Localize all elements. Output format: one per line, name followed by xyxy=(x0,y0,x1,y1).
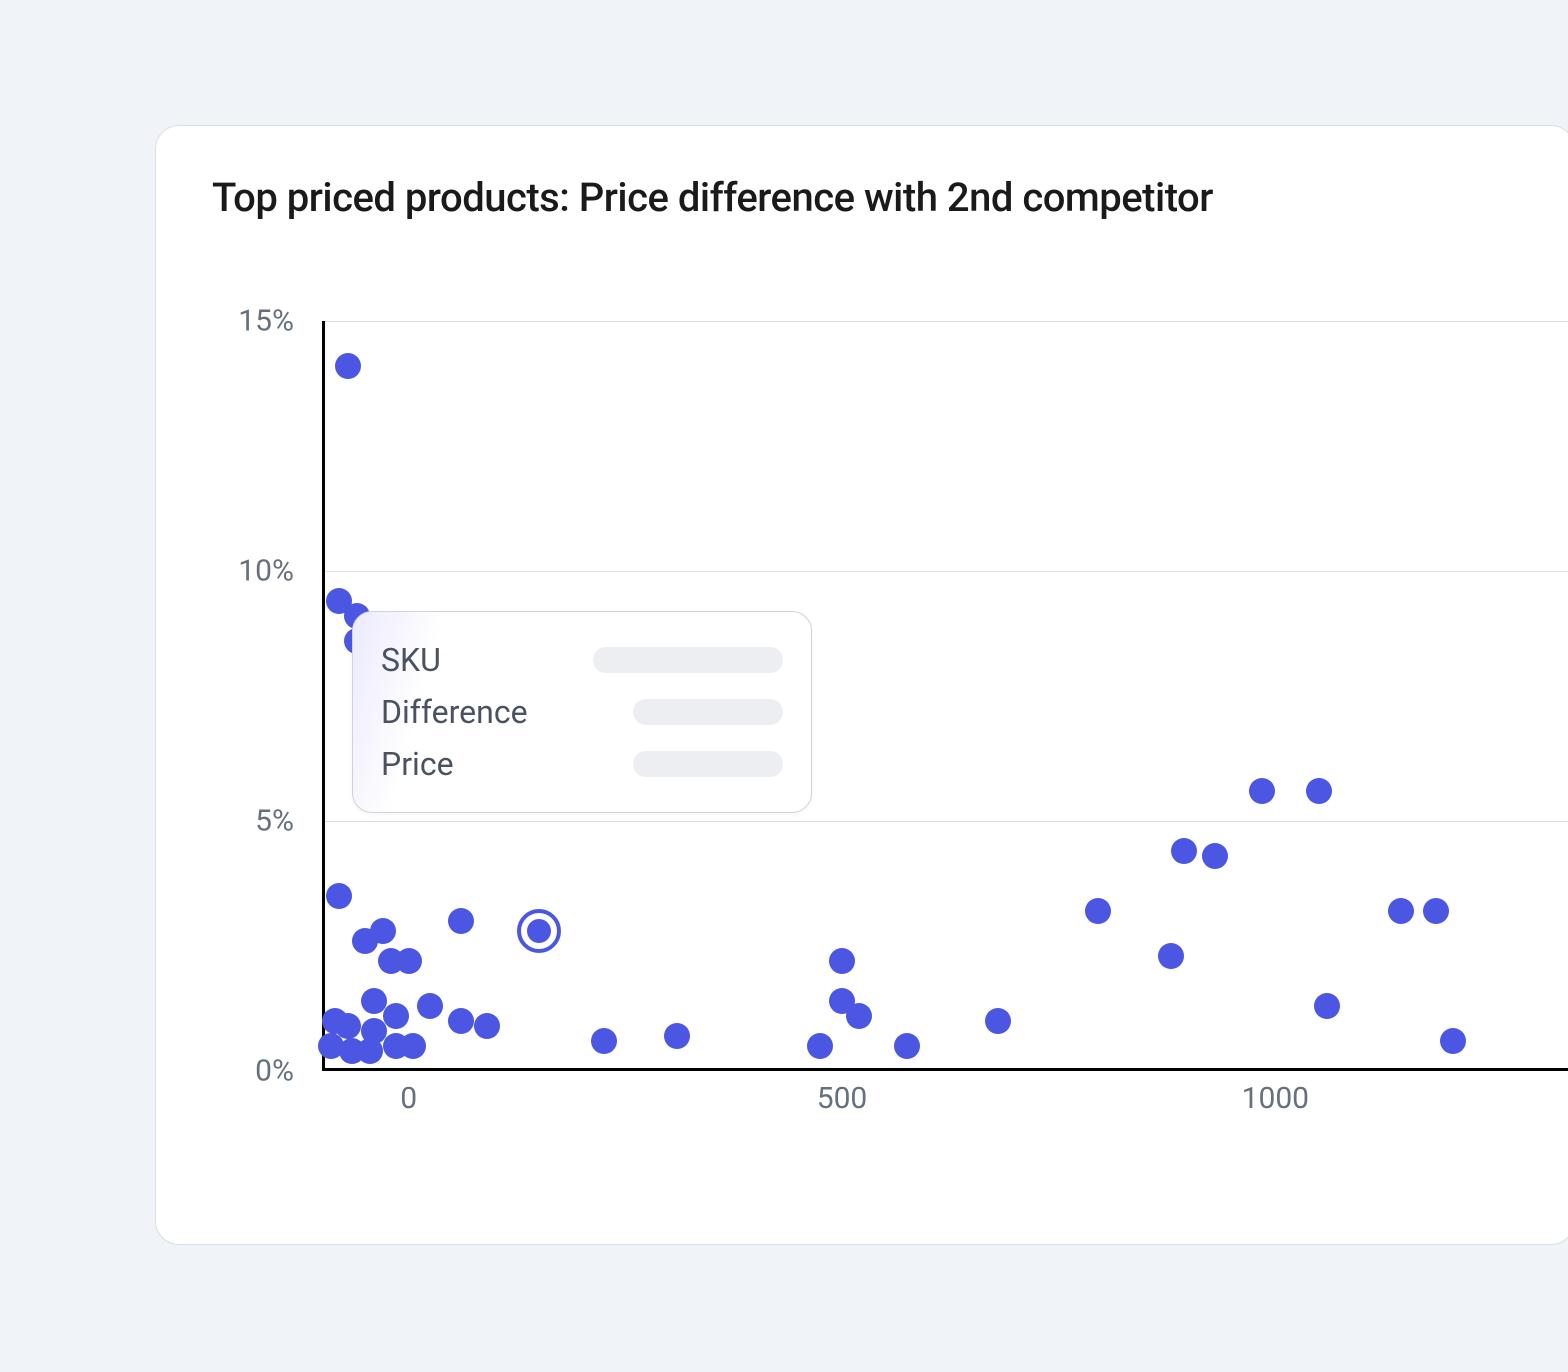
data-point[interactable] xyxy=(829,948,855,974)
x-tick-label: 500 xyxy=(817,1071,868,1116)
data-point[interactable] xyxy=(1423,898,1449,924)
data-point[interactable] xyxy=(400,1033,426,1059)
tooltip-value-placeholder xyxy=(633,699,783,725)
data-point[interactable] xyxy=(894,1033,920,1059)
data-point[interactable] xyxy=(383,1003,409,1029)
data-point[interactable] xyxy=(1249,778,1275,804)
data-point[interactable] xyxy=(591,1028,617,1054)
data-point[interactable] xyxy=(335,1013,361,1039)
tooltip-row-price: Price xyxy=(381,738,783,790)
data-point[interactable] xyxy=(370,918,396,944)
data-point[interactable] xyxy=(1314,993,1340,1019)
chart-tooltip: SKU Difference Price xyxy=(352,611,812,813)
gridline xyxy=(322,321,1568,322)
tooltip-label: SKU xyxy=(381,641,441,679)
gridline xyxy=(322,571,1568,572)
data-point[interactable] xyxy=(985,1008,1011,1034)
data-point[interactable] xyxy=(664,1023,690,1049)
data-point[interactable] xyxy=(396,948,422,974)
data-point[interactable] xyxy=(1440,1028,1466,1054)
data-point[interactable] xyxy=(1202,843,1228,869)
data-point-highlighted[interactable] xyxy=(517,909,561,953)
data-point[interactable] xyxy=(335,353,361,379)
data-point[interactable] xyxy=(1085,898,1111,924)
chart-title: Top priced products: Price difference wi… xyxy=(212,174,1568,221)
data-point[interactable] xyxy=(1306,778,1332,804)
x-axis xyxy=(322,1068,1568,1071)
data-point[interactable] xyxy=(1158,943,1184,969)
data-point[interactable] xyxy=(448,1008,474,1034)
y-axis xyxy=(322,321,325,1071)
data-point[interactable] xyxy=(474,1013,500,1039)
data-point[interactable] xyxy=(448,908,474,934)
data-point[interactable] xyxy=(1388,898,1414,924)
x-tick-label: 1000 xyxy=(1242,1071,1309,1116)
y-tick-label: 15% xyxy=(238,304,308,339)
tooltip-value-placeholder xyxy=(593,647,783,673)
data-point[interactable] xyxy=(846,1003,872,1029)
data-point[interactable] xyxy=(1171,838,1197,864)
data-point[interactable] xyxy=(326,883,352,909)
gridline xyxy=(322,821,1568,822)
tooltip-row-sku: SKU xyxy=(381,634,783,686)
y-tick-label: 10% xyxy=(238,554,308,589)
chart-card: Top priced products: Price difference wi… xyxy=(155,125,1568,1245)
tooltip-label: Price xyxy=(381,745,454,783)
data-point[interactable] xyxy=(807,1033,833,1059)
x-tick-label: 0 xyxy=(400,1071,417,1116)
tooltip-label: Difference xyxy=(381,693,528,731)
tooltip-value-placeholder xyxy=(633,751,783,777)
y-tick-label: 5% xyxy=(255,804,308,839)
data-point[interactable] xyxy=(417,993,443,1019)
y-tick-label: 0% xyxy=(255,1054,308,1089)
tooltip-row-difference: Difference xyxy=(381,686,783,738)
